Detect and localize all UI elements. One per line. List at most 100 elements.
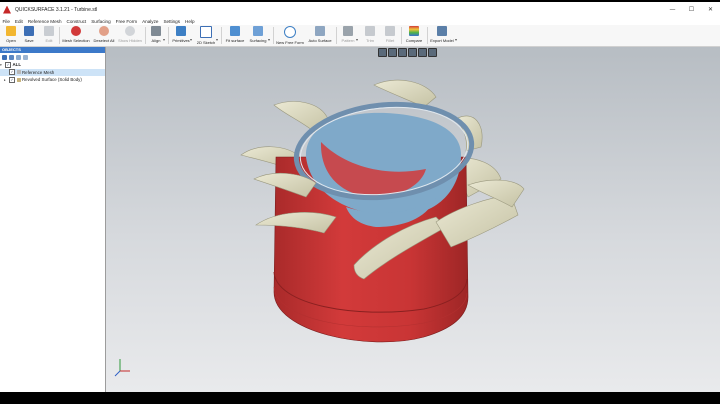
menu-construct[interactable]: Construct bbox=[64, 19, 89, 24]
primitives-icon bbox=[176, 26, 186, 36]
sketch-dropdown-icon[interactable]: ▾ bbox=[216, 37, 218, 42]
align-button[interactable]: Align bbox=[148, 25, 164, 46]
show-hidden-label: Show Hidden bbox=[118, 38, 142, 43]
deselect-all-label: Deselect All bbox=[93, 38, 115, 43]
auto-surface-label: Auto Surface bbox=[308, 38, 332, 43]
deselect-all-button[interactable]: Deselect All bbox=[93, 25, 115, 46]
mesh-icon bbox=[16, 70, 21, 75]
save-label: Save bbox=[24, 38, 34, 43]
2d-sketch-button[interactable]: 2D Sketch bbox=[196, 25, 216, 46]
fit-surface-button[interactable]: Fit surface bbox=[224, 25, 246, 46]
show-hidden-button[interactable]: Show Hidden bbox=[118, 25, 142, 46]
eye-icon bbox=[125, 26, 135, 36]
menu-help[interactable]: Help bbox=[183, 19, 197, 24]
compare-label: Compare bbox=[405, 38, 423, 43]
fit-surface-label: Fit surface bbox=[225, 38, 245, 43]
title-bar: QUICKSURFACE 3.1.21 - Turbine.stl — ☐ ✕ bbox=[0, 2, 720, 17]
fillet-button[interactable]: Fillet bbox=[382, 25, 398, 46]
gear-icon bbox=[343, 26, 353, 36]
menu-analyze[interactable]: Analyze bbox=[140, 19, 161, 24]
menu-surfacing[interactable]: Surfacing bbox=[89, 19, 113, 24]
window-title: QUICKSURFACE 3.1.21 - Turbine.stl bbox=[15, 6, 98, 13]
surfacing-button[interactable]: Surfacing bbox=[248, 25, 268, 46]
expand-icon[interactable] bbox=[16, 54, 21, 60]
filter-icon[interactable] bbox=[23, 54, 28, 60]
toolbar-separator bbox=[427, 27, 428, 44]
open-label: Open bbox=[6, 38, 16, 43]
open-button[interactable]: Open bbox=[4, 25, 18, 46]
list-view-icon[interactable] bbox=[2, 54, 7, 60]
align-icon bbox=[151, 26, 161, 36]
export-dropdown-icon[interactable]: ▾ bbox=[455, 37, 457, 42]
tree-root-all[interactable]: ▾ ✓ ALL bbox=[0, 61, 105, 69]
app-logo-icon bbox=[3, 5, 11, 14]
trim-button[interactable]: Trim bbox=[362, 25, 378, 46]
3d-viewport[interactable] bbox=[106, 47, 720, 392]
toolbar-separator bbox=[221, 27, 222, 44]
2d-sketch-label: 2D Sketch bbox=[196, 40, 216, 45]
toolbar-separator bbox=[401, 27, 402, 44]
toolbar-separator bbox=[145, 27, 146, 44]
folder-icon bbox=[6, 26, 16, 36]
new-free-form-button[interactable]: New Free Form bbox=[276, 25, 304, 46]
export-model-label: Export Model bbox=[430, 38, 454, 43]
menu-bar: File Edit Reference Mesh Construct Surfa… bbox=[0, 17, 720, 25]
solid-body-icon bbox=[16, 77, 21, 82]
deselect-all-icon bbox=[99, 26, 109, 36]
toolbar-separator bbox=[336, 27, 337, 44]
tree-item-reference-mesh[interactable]: ✓ Reference Mesh bbox=[0, 68, 105, 76]
save-icon bbox=[24, 26, 34, 36]
compare-icon bbox=[409, 26, 419, 36]
tree-item-label: Reference Mesh bbox=[22, 69, 55, 75]
pattern-label: Pattern bbox=[341, 38, 355, 43]
export-icon bbox=[437, 26, 447, 36]
save-button[interactable]: Save bbox=[22, 25, 36, 46]
auto-surface-icon bbox=[315, 26, 325, 36]
trim-label: Trim bbox=[366, 38, 374, 43]
primitives-button[interactable]: Primitives bbox=[171, 25, 191, 46]
export-model-button[interactable]: Export Model bbox=[430, 25, 454, 46]
visibility-checkbox[interactable]: ✓ bbox=[9, 69, 15, 76]
pattern-dropdown-icon[interactable]: ▾ bbox=[356, 37, 358, 42]
surfacing-label: Surfacing bbox=[249, 38, 267, 43]
trim-icon bbox=[365, 26, 375, 36]
mesh-selection-label: Mesh Selection bbox=[62, 38, 90, 43]
pattern-button[interactable]: Pattern bbox=[339, 25, 357, 46]
mesh-selection-icon bbox=[71, 26, 81, 36]
axis-triad-icon bbox=[114, 359, 130, 377]
window-controls: — ☐ ✕ bbox=[663, 2, 720, 17]
edit-button[interactable]: Edit bbox=[42, 25, 56, 46]
minimize-button[interactable]: — bbox=[663, 2, 682, 17]
tree-item-label: Revolved Surface (Solid Body) bbox=[22, 77, 82, 83]
mesh-selection-button[interactable]: Mesh Selection bbox=[62, 25, 90, 46]
visibility-checkbox[interactable]: ✓ bbox=[9, 76, 15, 83]
compare-button[interactable]: Compare bbox=[404, 25, 424, 46]
menu-settings[interactable]: Settings bbox=[161, 19, 183, 24]
toolbar-separator bbox=[273, 27, 274, 44]
menu-file[interactable]: File bbox=[0, 19, 12, 24]
objects-panel: OBJECTS ▾ ✓ ALL ✓ Reference Mesh ▸ ✓ Rev… bbox=[0, 47, 106, 392]
turbine-model[interactable] bbox=[106, 47, 720, 392]
primitives-dropdown-icon[interactable]: ▾ bbox=[190, 37, 192, 42]
maximize-button[interactable]: ☐ bbox=[682, 2, 701, 17]
fillet-label: Fillet bbox=[385, 38, 395, 43]
new-free-form-label: New Free Form bbox=[276, 40, 304, 45]
align-dropdown-icon[interactable]: ▾ bbox=[163, 37, 165, 42]
toolbar-separator bbox=[59, 27, 60, 44]
visibility-checkbox[interactable]: ✓ bbox=[5, 61, 11, 68]
menu-free-form[interactable]: Free Form bbox=[113, 19, 139, 24]
menu-reference-mesh[interactable]: Reference Mesh bbox=[25, 19, 64, 24]
menu-edit[interactable]: Edit bbox=[12, 19, 25, 24]
sketch-icon bbox=[200, 26, 212, 38]
auto-surface-button[interactable]: Auto Surface bbox=[307, 25, 333, 46]
toolbar-separator bbox=[168, 27, 169, 44]
tree-item-revolved-surface[interactable]: ▸ ✓ Revolved Surface (Solid Body) bbox=[0, 76, 105, 84]
edit-icon bbox=[44, 26, 54, 36]
surfacing-dropdown-icon[interactable]: ▾ bbox=[268, 37, 270, 42]
close-button[interactable]: ✕ bbox=[701, 2, 720, 17]
main-toolbar: Open Save Edit Mesh Selection Deselect A… bbox=[0, 25, 720, 47]
free-form-icon bbox=[284, 26, 296, 38]
tree-view-icon[interactable] bbox=[9, 54, 14, 60]
panel-toolbar bbox=[0, 53, 105, 61]
align-label: Align bbox=[151, 38, 161, 43]
